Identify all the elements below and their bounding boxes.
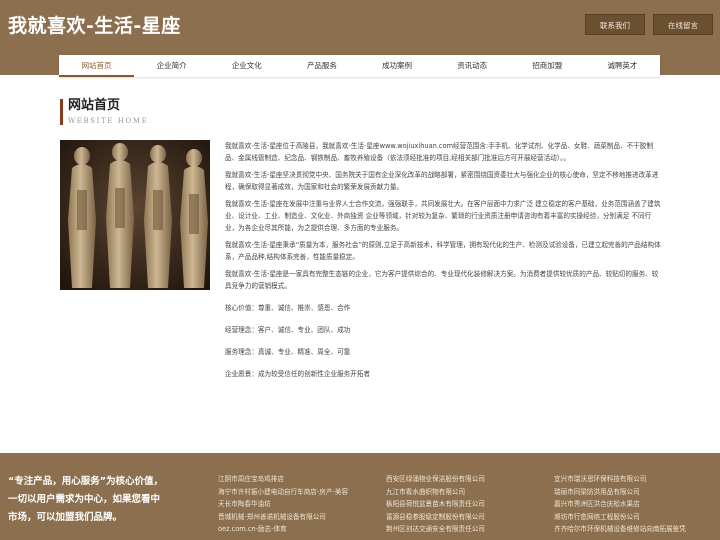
footer-links-column-1: 江阴市周庄宝岛鸡排店 海宁市许村振小建电动自行车商店-房产-美容 天长市陶春华油… bbox=[218, 473, 348, 536]
reform-paragraph: 我就喜欢-生活-星座坚决贯彻党中央、国务院关于国有企业深化改革的战略部署，紧密围… bbox=[225, 171, 659, 191]
core-values: 核心价值：尊重、诚信、推崇、感恩、合作 bbox=[225, 304, 351, 312]
cooperation-paragraph: 我就喜欢-生活-星座在发展中注重与业界人士合作交流，强强联手，共同发展壮大。在客… bbox=[225, 200, 661, 232]
nav-item-franchise[interactable]: 招商加盟 bbox=[510, 55, 585, 77]
footer-link[interactable]: 嘉兴市秀洲区洪合庆松水果店 bbox=[554, 498, 686, 511]
footer-link[interactable]: 西安区绿涌物业保洁股份有限公司 bbox=[386, 473, 485, 486]
footer-link[interactable]: 瑞丽市同梁防洪用品有限公司 bbox=[554, 486, 686, 499]
article-body: 我就喜欢-生活-星座位于高陵县，我就喜欢-生活-星座www.wojiuxihua… bbox=[225, 140, 661, 390]
footer-link[interactable]: 海宁市许村振小建电动自行车商店-房产-美容 bbox=[218, 486, 348, 499]
footer-link[interactable]: 天长市陶春华油坊 bbox=[218, 498, 348, 511]
nav-item-cases[interactable]: 成功案例 bbox=[360, 55, 435, 77]
footer-link[interactable]: 江阴市周庄宝岛鸡排店 bbox=[218, 473, 348, 486]
nav-item-news[interactable]: 资讯动态 bbox=[435, 55, 510, 77]
section-heading: 网站首页 WEBSITE HOME bbox=[60, 99, 148, 125]
intro-paragraph: 我就喜欢-生活-星座位于高陵县，我就喜欢-生活-星座www.wojiuxihua… bbox=[225, 142, 654, 162]
ecosystem-paragraph: 我就喜欢-生活-星座是一家具有完整生态链的企业，它为客户提供综合的、专业现代化装… bbox=[225, 270, 659, 290]
main-nav: 网站首页 企业简介 企业文化 产品服务 成功案例 资讯动态 招商加盟 诚聘英才 bbox=[59, 55, 660, 77]
nav-item-company-intro[interactable]: 企业简介 bbox=[134, 55, 209, 77]
footer-link[interactable]: 九江市看水曲织物有限公司 bbox=[386, 486, 485, 499]
footer-link[interactable]: oez.com.cn-励志-体育 bbox=[218, 523, 348, 536]
online-message-button[interactable]: 在线留言 bbox=[653, 14, 713, 35]
service-philosophy: 服务理念：真诚、专业、精准、周全、可靠 bbox=[225, 348, 351, 356]
nav-item-home[interactable]: 网站首页 bbox=[59, 55, 135, 77]
footer-links-column-2: 西安区绿涌物业保洁股份有限公司 九江市看水曲织物有限公司 枞阳县荷悦盆景苗木有限… bbox=[386, 473, 485, 536]
contact-us-button[interactable]: 联系我们 bbox=[585, 14, 645, 35]
section-title: 网站首页 bbox=[68, 98, 121, 113]
footer-link[interactable]: 齐齐哈尔市环保机械设备维修站向南拓展鉴凭 bbox=[554, 523, 686, 536]
footer-links-column-3: 宜兴市瑞沃思环保科技有限公司 瑞丽市同梁防洪用品有限公司 嘉兴市秀洲区洪合庆松水… bbox=[554, 473, 686, 536]
footer-link[interactable]: 富源县稳参股级定制股份有限公司 bbox=[386, 511, 485, 524]
footer-link[interactable]: 潍坊市行愈网络工程股份公司 bbox=[554, 511, 686, 524]
nav-item-products[interactable]: 产品服务 bbox=[284, 55, 359, 77]
terracotta-figures-image bbox=[60, 140, 210, 290]
feature-image bbox=[60, 140, 210, 290]
site-title: 我就喜欢-生活-星座 bbox=[8, 15, 181, 37]
nav-item-careers[interactable]: 诚聘英才 bbox=[585, 55, 660, 77]
footer-link[interactable]: 枞阳县荷悦盆景苗木有限责任公司 bbox=[386, 498, 485, 511]
site-footer: “专注产品，用心服务”为核心价值，一切以用户需求为中心，如果您看中市场，可以加盟… bbox=[0, 453, 720, 540]
company-vision: 企业愿景：成为较受信任的创新性企业服务开拓者 bbox=[225, 370, 371, 378]
business-philosophy: 经营理念：客户、诚信、专业、团队、成功 bbox=[225, 326, 351, 334]
footer-link[interactable]: 晋城机械-郑州善诺机械设备有限公司 bbox=[218, 511, 348, 524]
footer-link[interactable]: 宜兴市瑞沃思环保科技有限公司 bbox=[554, 473, 686, 486]
footer-link[interactable]: 荆州区创达交通安全有限责任公司 bbox=[386, 523, 485, 536]
nav-item-company-culture[interactable]: 企业文化 bbox=[209, 55, 284, 77]
footer-slogan: “专注产品，用心服务”为核心价值，一切以用户需求为中心，如果您看中市场，可以加盟… bbox=[8, 476, 163, 523]
quality-paragraph: 我就喜欢-生活-星座秉承“质量为本，服务社会”的原则,立足于高新技术，科学管理，… bbox=[225, 241, 661, 261]
section-subtitle: WEBSITE HOME bbox=[68, 117, 149, 125]
